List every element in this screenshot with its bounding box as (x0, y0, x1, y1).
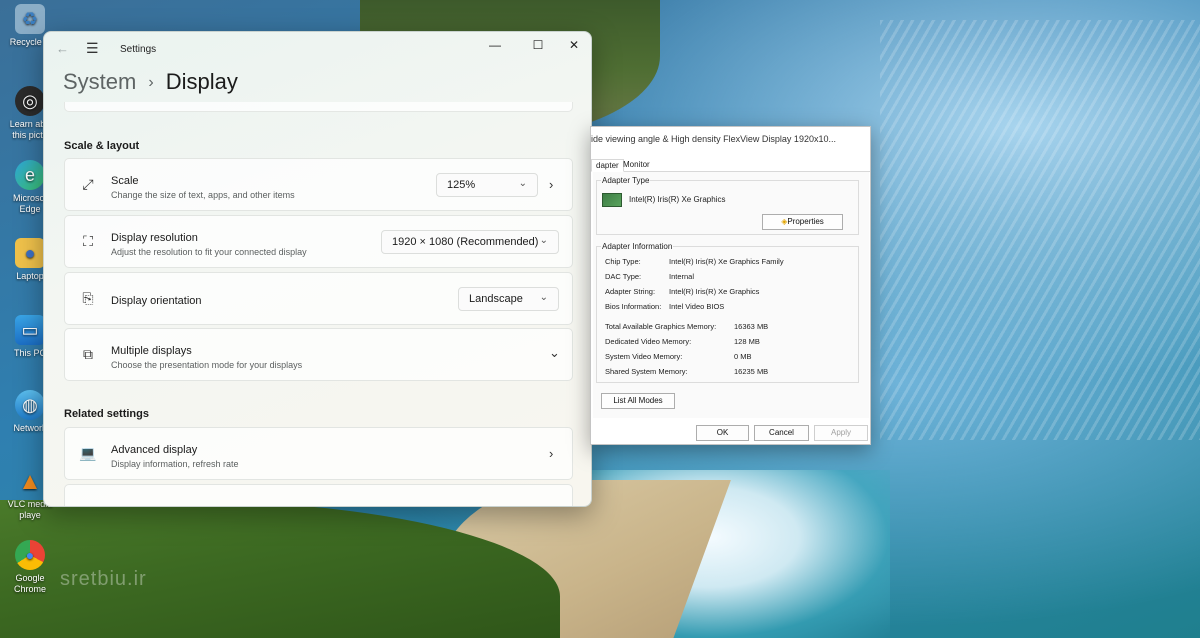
dialog-title: ide viewing angle & High density FlexVie… (591, 134, 836, 144)
watermark: sretbiu.ir (60, 568, 147, 590)
settings-content: Scale & layout ⤢ Scale Change the size o… (44, 102, 591, 506)
network-icon: ◍ (15, 390, 45, 420)
properties-button[interactable]: ◈Properties (762, 214, 843, 230)
breadcrumb-system[interactable]: System (63, 69, 136, 94)
chevron-right-icon: › (148, 74, 154, 91)
orientation-title: Display orientation (111, 295, 202, 307)
edge-icon: e (15, 160, 45, 190)
display-orientation-card: ⎘ Display orientation Landscape ⌄ (64, 272, 573, 325)
close-button[interactable]: ✕ (564, 38, 584, 52)
monitor-icon: ▭ (15, 315, 45, 345)
chevron-down-icon: ⌄ (539, 235, 548, 246)
hamburger-menu-icon[interactable]: ☰ (86, 40, 99, 57)
apply-button[interactable]: Apply (814, 425, 868, 441)
scale-dropdown[interactable]: 125% ⌄ (436, 173, 538, 197)
settings-window: ← ☰ Settings — ☐ ✕ System › Display Scale … (43, 31, 592, 507)
adapter-type-label: Adapter Type (601, 176, 651, 185)
scale-icon: ⤢ (82, 176, 94, 192)
partial-card-bottom[interactable] (64, 484, 573, 506)
advanced-display-title: Advanced display (111, 444, 198, 456)
multiple-displays-icon: ⧉ (83, 346, 93, 362)
resolution-value: 1920 × 1080 (Recommended) (392, 236, 539, 248)
graphics-card-icon (602, 193, 622, 207)
maximize-button[interactable]: ☐ (528, 38, 548, 52)
cancel-button[interactable]: Cancel (754, 425, 809, 441)
chevron-down-icon[interactable]: ⌄ (549, 345, 560, 361)
adapter-properties-dialog: ide viewing angle & High density FlexVie… (590, 126, 871, 445)
adapter-name: Intel(R) Iris(R) Xe Graphics (629, 195, 726, 204)
multiple-displays-subtitle: Choose the presentation mode for your di… (111, 360, 303, 370)
page-title: Display (165, 69, 238, 94)
vlc-icon: ▲ (18, 467, 42, 495)
advanced-display-card[interactable]: 💻 Advanced display Display information, … (64, 427, 573, 480)
user-folder-icon: ● (15, 238, 45, 268)
resolution-title: Display resolution (111, 232, 198, 244)
tab-monitor[interactable]: Monitor (619, 159, 654, 172)
section-title-related-settings: Related settings (64, 408, 149, 420)
orientation-value: Landscape (469, 293, 523, 305)
chevron-down-icon: ⌄ (539, 292, 548, 303)
section-title-scale-layout: Scale & layout (64, 140, 140, 152)
laptop-icon: 💻 (79, 445, 97, 461)
multiple-displays-title: Multiple displays (111, 345, 192, 357)
back-arrow-icon[interactable]: ← (56, 41, 69, 56)
settings-titlebar[interactable]: ← ☰ Settings — ☐ ✕ (44, 32, 591, 66)
adapter-information-group: Adapter Information Chip Type: Intel(R) I… (596, 242, 859, 383)
resolution-subtitle: Adjust the resolution to fit your connec… (111, 247, 307, 257)
chrome-icon: ● (15, 540, 45, 570)
resolution-dropdown[interactable]: 1920 × 1080 (Recommended) ⌄ (381, 230, 559, 254)
desktop-icon-chrome[interactable]: ● Google Chrome (2, 540, 58, 595)
window-title: Settings (120, 44, 157, 55)
adapter-panel: Adapter Type Intel(R) Iris(R) Xe Graphic… (593, 172, 869, 418)
scale-value: 125% (447, 179, 476, 191)
chevron-right-icon[interactable]: › (549, 446, 553, 461)
chevron-right-icon[interactable]: › (549, 177, 553, 192)
orientation-dropdown[interactable]: Landscape ⌄ (458, 287, 559, 311)
multiple-displays-card[interactable]: ⧉ Multiple displays Choose the presentat… (64, 328, 573, 381)
scale-subtitle: Change the size of text, apps, and other… (111, 190, 295, 200)
camera-icon: ◎ (15, 86, 45, 116)
ok-button[interactable]: OK (696, 425, 749, 441)
dialog-tabs: dapter Monitor (591, 158, 870, 172)
chevron-down-icon: ⌄ (518, 178, 527, 189)
display-resolution-card: ⛶ Display resolution Adjust the resoluti… (64, 215, 573, 268)
scale-card[interactable]: ⤢ Scale Change the size of text, apps, a… (64, 158, 573, 211)
resolution-icon: ⛶ (83, 233, 93, 249)
partial-card-top (64, 102, 573, 112)
scale-title: Scale (111, 175, 139, 187)
minimize-button[interactable]: — (485, 38, 505, 52)
recycle-bin-icon: ♻ (15, 4, 45, 34)
orientation-icon: ⎘ (82, 290, 94, 306)
breadcrumb: System › Display (63, 69, 238, 95)
list-all-modes-button[interactable]: List All Modes (601, 393, 675, 409)
adapter-type-group: Adapter Type Intel(R) Iris(R) Xe Graphic… (596, 176, 859, 235)
advanced-display-subtitle: Display information, refresh rate (111, 459, 239, 469)
wallpaper-sea-shimmer (880, 20, 1200, 440)
adapter-info-label: Adapter Information (601, 242, 674, 251)
